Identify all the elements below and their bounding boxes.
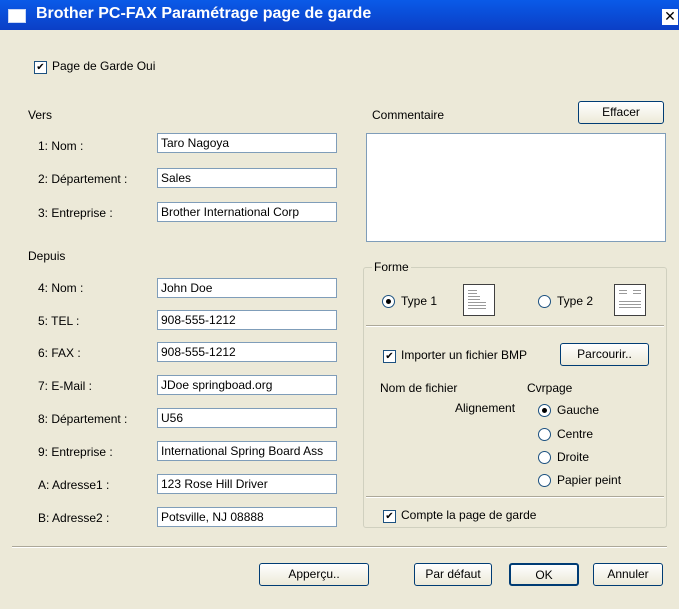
type1-radio[interactable] — [382, 295, 395, 308]
align-right-label: Droite — [557, 450, 590, 464]
from-name-label: 4: Nom : — [38, 281, 84, 295]
to-department-field[interactable]: Sales — [157, 168, 337, 188]
to-section-label: Vers — [28, 108, 53, 122]
alignment-label: Alignement — [455, 401, 516, 415]
from-name-field[interactable]: John Doe — [157, 278, 337, 298]
from-address1-field[interactable]: 123 Rose Hill Driver — [157, 474, 337, 494]
to-company-field[interactable]: Brother International Corp — [157, 202, 337, 222]
window-title: Brother PC-FAX Paramétrage page de garde — [36, 5, 372, 22]
import-bmp-checkbox[interactable]: ✔ — [383, 350, 396, 363]
align-center-label: Centre — [557, 427, 594, 441]
type2-radio[interactable] — [538, 295, 551, 308]
align-left-radio[interactable] — [538, 404, 551, 417]
from-fax-label: 6: FAX : — [38, 346, 81, 360]
cancel-button[interactable]: Annuler — [593, 563, 663, 586]
count-cover-label: Compte la page de garde — [401, 508, 537, 522]
from-department-label: 8: Département : — [38, 412, 128, 426]
comment-textarea[interactable] — [366, 133, 666, 242]
to-name-field[interactable]: Taro Nagoya — [157, 133, 337, 153]
preview-button[interactable]: Apperçu.. — [259, 563, 369, 586]
from-email-field[interactable]: JDoe springboad.org — [157, 375, 337, 395]
browse-button[interactable]: Parcourir.. — [560, 343, 649, 366]
align-center-radio[interactable] — [538, 428, 551, 441]
title-bar: Brother PC-FAX Paramétrage page de garde… — [0, 0, 679, 30]
from-company-field[interactable]: International Spring Board Ass — [157, 441, 337, 461]
close-button[interactable]: ✕ — [662, 9, 678, 25]
align-right-radio[interactable] — [538, 451, 551, 464]
from-fax-field[interactable]: 908-555-1212 — [157, 342, 337, 362]
from-address2-field[interactable]: Potsville, NJ 08888 — [157, 507, 337, 527]
forme-divider-bottom — [366, 496, 664, 498]
from-company-label: 9: Entreprise : — [38, 445, 113, 459]
forme-group-title: Forme — [372, 260, 411, 274]
type1-label: Type 1 — [401, 294, 438, 308]
cover-page-label: Page de Garde Oui — [52, 59, 156, 73]
filename-label: Nom de fichier — [380, 381, 458, 395]
count-cover-checkbox[interactable]: ✔ — [383, 510, 396, 523]
forme-divider-top — [366, 325, 664, 327]
from-tel-label: 5: TEL : — [38, 314, 80, 328]
filename-value: Cvrpage — [527, 381, 573, 395]
from-section-label: Depuis — [28, 249, 66, 263]
app-window-icon — [8, 9, 26, 23]
to-department-label: 2: Département : — [38, 172, 128, 186]
comment-label: Commentaire — [372, 108, 445, 122]
align-left-label: Gauche — [557, 403, 600, 417]
cover-page-checkbox[interactable]: ✔ — [34, 61, 47, 74]
from-address2-label: B: Adresse2 : — [38, 511, 110, 525]
align-wallpaper-radio[interactable] — [538, 474, 551, 487]
cover-page-settings-dialog: Brother PC-FAX Paramétrage page de garde… — [0, 0, 679, 609]
clear-button[interactable]: Effacer — [578, 101, 664, 124]
align-wallpaper-label: Papier peint — [557, 473, 622, 487]
default-button[interactable]: Par défaut — [414, 563, 492, 586]
from-department-field[interactable]: U56 — [157, 408, 337, 428]
import-bmp-label: Importer un fichier BMP — [401, 348, 528, 362]
to-company-label: 3: Entreprise : — [38, 206, 113, 220]
footer-divider — [12, 546, 667, 548]
cover-type1-preview-icon — [463, 284, 495, 316]
cover-type2-preview-icon — [614, 284, 646, 316]
from-address1-label: A: Adresse1 : — [38, 478, 110, 492]
from-email-label: 7: E-Mail : — [38, 379, 93, 393]
ok-button[interactable]: OK — [509, 563, 579, 586]
to-name-label: 1: Nom : — [38, 139, 84, 153]
type2-label: Type 2 — [557, 294, 594, 308]
from-tel-field[interactable]: 908-555-1212 — [157, 310, 337, 330]
